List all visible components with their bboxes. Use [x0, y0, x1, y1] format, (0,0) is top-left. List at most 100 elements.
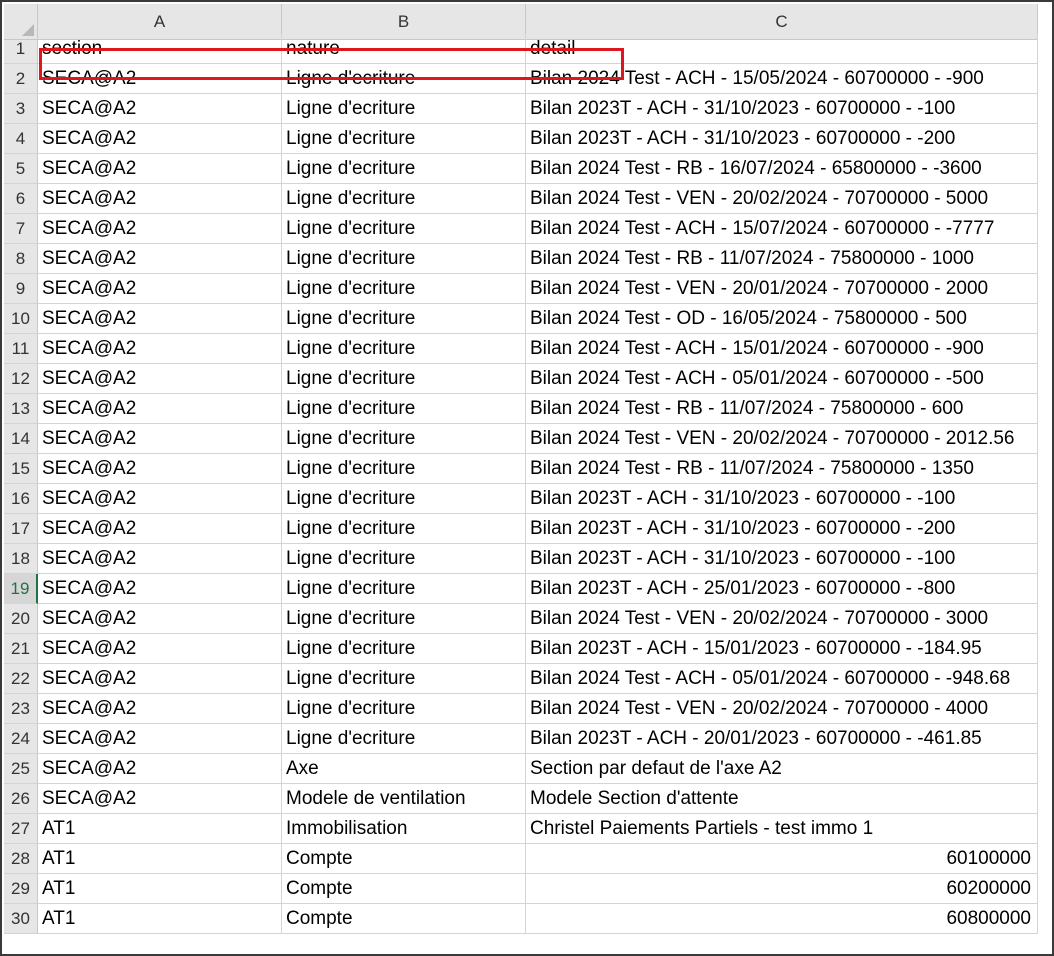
row-header[interactable]: 5 — [4, 154, 38, 184]
cell-b[interactable]: Ligne d'ecriture — [282, 154, 526, 184]
cell-a[interactable]: SECA@A2 — [38, 454, 282, 484]
cell-a[interactable]: SECA@A2 — [38, 124, 282, 154]
cell-b[interactable]: Modele de ventilation — [282, 784, 526, 814]
cell-b[interactable]: Compte — [282, 904, 526, 934]
cell-b[interactable]: Ligne d'ecriture — [282, 184, 526, 214]
row-header[interactable]: 17 — [4, 514, 38, 544]
cell-a[interactable]: SECA@A2 — [38, 574, 282, 604]
row-header[interactable]: 10 — [4, 304, 38, 334]
cell-b[interactable]: Ligne d'ecriture — [282, 664, 526, 694]
cell-c[interactable]: Bilan 2024 Test - ACH - 05/01/2024 - 607… — [526, 364, 1038, 394]
cell-a[interactable]: SECA@A2 — [38, 334, 282, 364]
cell-b[interactable]: Compte — [282, 844, 526, 874]
cell-a[interactable]: SECA@A2 — [38, 274, 282, 304]
cell-a[interactable]: AT1 — [38, 814, 282, 844]
cell-c[interactable]: Bilan 2023T - ACH - 20/01/2023 - 6070000… — [526, 724, 1038, 754]
cell-b[interactable]: Ligne d'ecriture — [282, 64, 526, 94]
cell-b[interactable]: Axe — [282, 754, 526, 784]
cell-c[interactable]: Section par defaut de l'axe A2 — [526, 754, 1038, 784]
cell-a[interactable]: section — [38, 34, 282, 64]
cell-c[interactable]: Bilan 2024 Test - ACH - 05/01/2024 - 607… — [526, 664, 1038, 694]
row-header[interactable]: 11 — [4, 334, 38, 364]
row-header[interactable]: 15 — [4, 454, 38, 484]
cell-c[interactable]: Bilan 2024 Test - ACH - 15/01/2024 - 607… — [526, 334, 1038, 364]
cell-c[interactable]: 60100000 — [526, 844, 1038, 874]
cell-a[interactable]: SECA@A2 — [38, 94, 282, 124]
row-header[interactable]: 20 — [4, 604, 38, 634]
cell-b[interactable]: Ligne d'ecriture — [282, 394, 526, 424]
cell-c[interactable]: Christel Paiements Partiels - test immo … — [526, 814, 1038, 844]
cell-b[interactable]: Ligne d'ecriture — [282, 634, 526, 664]
cell-b[interactable]: Ligne d'ecriture — [282, 544, 526, 574]
row-header[interactable]: 4 — [4, 124, 38, 154]
cell-b[interactable]: Ligne d'ecriture — [282, 364, 526, 394]
cell-b[interactable]: Compte — [282, 874, 526, 904]
cell-a[interactable]: SECA@A2 — [38, 784, 282, 814]
cell-b[interactable]: Ligne d'ecriture — [282, 424, 526, 454]
cell-a[interactable]: SECA@A2 — [38, 244, 282, 274]
row-header[interactable]: 3 — [4, 94, 38, 124]
cell-a[interactable]: SECA@A2 — [38, 184, 282, 214]
cell-b[interactable]: Ligne d'ecriture — [282, 94, 526, 124]
row-header[interactable]: 28 — [4, 844, 38, 874]
row-header[interactable]: 25 — [4, 754, 38, 784]
row-header[interactable]: 18 — [4, 544, 38, 574]
cell-a[interactable]: SECA@A2 — [38, 484, 282, 514]
cell-a[interactable]: SECA@A2 — [38, 304, 282, 334]
cell-c[interactable]: Bilan 2024 Test - VEN - 20/02/2024 - 707… — [526, 694, 1038, 724]
cell-c[interactable]: Bilan 2024 Test - ACH - 15/07/2024 - 607… — [526, 214, 1038, 244]
cell-c[interactable]: Bilan 2024 Test - RB - 16/07/2024 - 6580… — [526, 154, 1038, 184]
cell-c[interactable]: Bilan 2023T - ACH - 15/01/2023 - 6070000… — [526, 634, 1038, 664]
row-header[interactable]: 24 — [4, 724, 38, 754]
row-header[interactable]: 19 — [4, 574, 38, 604]
cell-a[interactable]: SECA@A2 — [38, 424, 282, 454]
row-header[interactable]: 21 — [4, 634, 38, 664]
cell-b[interactable]: Ligne d'ecriture — [282, 724, 526, 754]
cell-c[interactable]: detail — [526, 34, 1038, 64]
row-header[interactable]: 8 — [4, 244, 38, 274]
cell-b[interactable]: Ligne d'ecriture — [282, 334, 526, 364]
cell-c[interactable]: 60800000 — [526, 904, 1038, 934]
cell-c[interactable]: Bilan 2024 Test - VEN - 20/02/2024 - 707… — [526, 424, 1038, 454]
row-header[interactable]: 7 — [4, 214, 38, 244]
cell-a[interactable]: SECA@A2 — [38, 754, 282, 784]
cell-a[interactable]: SECA@A2 — [38, 604, 282, 634]
cell-c[interactable]: Bilan 2024 Test - ACH - 15/05/2024 - 607… — [526, 64, 1038, 94]
cell-c[interactable]: Bilan 2024 Test - RB - 11/07/2024 - 7580… — [526, 394, 1038, 424]
cell-c[interactable]: Bilan 2024 Test - VEN - 20/02/2024 - 707… — [526, 604, 1038, 634]
cell-a[interactable]: SECA@A2 — [38, 514, 282, 544]
row-header[interactable]: 26 — [4, 784, 38, 814]
row-header[interactable]: 12 — [4, 364, 38, 394]
cell-b[interactable]: Ligne d'ecriture — [282, 604, 526, 634]
cell-b[interactable]: Ligne d'ecriture — [282, 454, 526, 484]
cell-a[interactable]: SECA@A2 — [38, 694, 282, 724]
cell-a[interactable]: SECA@A2 — [38, 724, 282, 754]
row-header[interactable]: 16 — [4, 484, 38, 514]
cell-b[interactable]: Ligne d'ecriture — [282, 574, 526, 604]
cell-a[interactable]: SECA@A2 — [38, 364, 282, 394]
cell-b[interactable]: Ligne d'ecriture — [282, 484, 526, 514]
cell-c[interactable]: Bilan 2023T - ACH - 31/10/2023 - 6070000… — [526, 544, 1038, 574]
cell-b[interactable]: nature — [282, 34, 526, 64]
cell-a[interactable]: SECA@A2 — [38, 64, 282, 94]
select-all-button[interactable] — [4, 4, 38, 40]
cell-c[interactable]: Bilan 2023T - ACH - 31/10/2023 - 6070000… — [526, 124, 1038, 154]
cell-c[interactable]: Bilan 2024 Test - VEN - 20/01/2024 - 707… — [526, 274, 1038, 304]
cell-a[interactable]: SECA@A2 — [38, 214, 282, 244]
cell-b[interactable]: Ligne d'ecriture — [282, 124, 526, 154]
cell-c[interactable]: Bilan 2024 Test - RB - 11/07/2024 - 7580… — [526, 454, 1038, 484]
cell-c[interactable]: Bilan 2024 Test - RB - 11/07/2024 - 7580… — [526, 244, 1038, 274]
row-header[interactable]: 22 — [4, 664, 38, 694]
cell-b[interactable]: Ligne d'ecriture — [282, 514, 526, 544]
cell-b[interactable]: Ligne d'ecriture — [282, 274, 526, 304]
cell-b[interactable]: Ligne d'ecriture — [282, 244, 526, 274]
cell-a[interactable]: AT1 — [38, 904, 282, 934]
cell-b[interactable]: Ligne d'ecriture — [282, 214, 526, 244]
cell-a[interactable]: AT1 — [38, 874, 282, 904]
cell-b[interactable]: Immobilisation — [282, 814, 526, 844]
cell-a[interactable]: SECA@A2 — [38, 394, 282, 424]
cell-c[interactable]: Bilan 2023T - ACH - 31/10/2023 - 6070000… — [526, 94, 1038, 124]
cell-c[interactable]: Bilan 2023T - ACH - 31/10/2023 - 6070000… — [526, 514, 1038, 544]
row-header[interactable]: 23 — [4, 694, 38, 724]
row-header[interactable]: 29 — [4, 874, 38, 904]
